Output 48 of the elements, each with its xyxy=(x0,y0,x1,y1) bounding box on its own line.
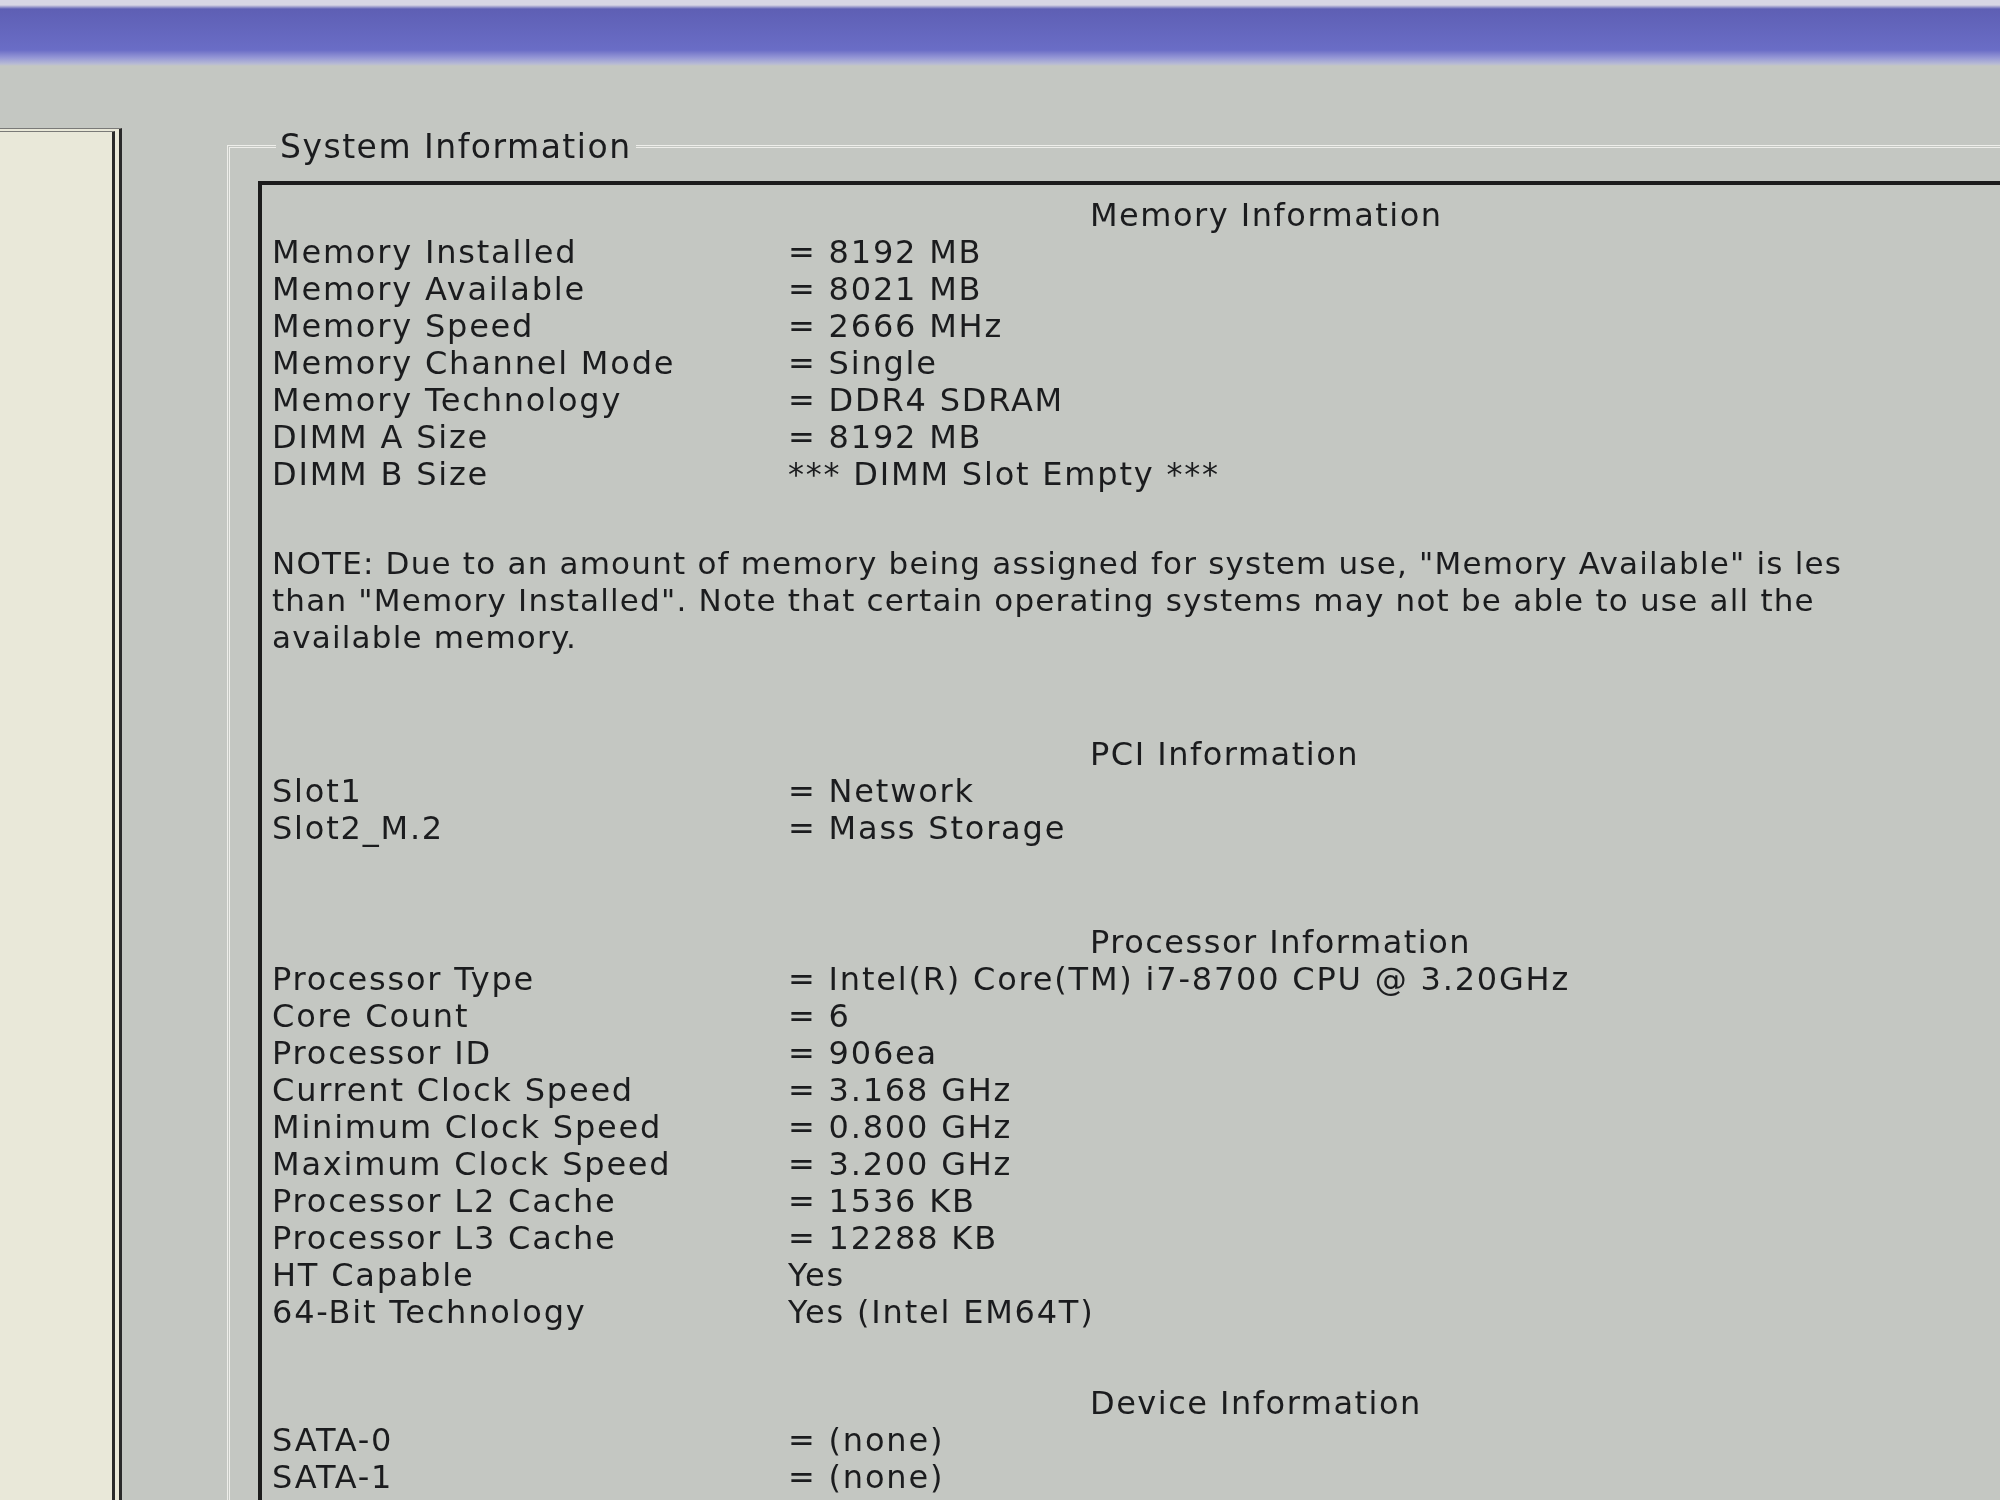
field-value: = DDR4 SDRAM xyxy=(788,382,1065,419)
field-value: = (none) xyxy=(788,1459,945,1496)
section-heading: Device Information xyxy=(1090,1385,1422,1422)
field-label: Processor L2 Cache xyxy=(272,1183,617,1220)
field-label: 64-Bit Technology xyxy=(272,1294,587,1331)
field-label: Current Clock Speed xyxy=(272,1072,634,1109)
section-heading: Memory Information xyxy=(1090,197,1443,234)
field-label: Memory Technology xyxy=(272,382,623,419)
field-value: = (none) xyxy=(788,1422,945,1459)
field-label: Core Count xyxy=(272,998,470,1035)
field-label: Memory Installed xyxy=(272,234,578,271)
field-label: Processor Type xyxy=(272,961,535,998)
field-label: Memory Speed xyxy=(272,308,535,345)
field-label: Maximum Clock Speed xyxy=(272,1146,672,1183)
field-value: = 3.168 GHz xyxy=(788,1072,1013,1109)
field-label: SATA-0 xyxy=(272,1422,394,1459)
note-text: NOTE: Due to an amount of memory being assigned for system use, "Memory Available" is les than "Memory Installed". Note that certain operating systems may not be able to use all the available memory. xyxy=(272,545,1843,656)
field-value: = Mass Storage xyxy=(788,810,1067,847)
field-value: = 12288 KB xyxy=(788,1220,998,1257)
field-label: Memory Channel Mode xyxy=(272,345,676,382)
field-value: = Intel(R) Core(TM) i7-8700 CPU @ 3.20GHz xyxy=(788,961,1571,998)
field-value: Yes xyxy=(788,1257,846,1294)
field-label: Slot1 xyxy=(272,773,363,810)
field-value: = 906ea xyxy=(788,1035,938,1072)
field-value: = 8192 MB xyxy=(788,234,983,271)
field-value: = 8021 MB xyxy=(788,271,983,308)
field-label: HT Capable xyxy=(272,1257,475,1294)
field-label: SATA-1 xyxy=(272,1459,394,1496)
field-value: = 0.800 GHz xyxy=(788,1109,1013,1146)
field-label: DIMM A Size xyxy=(272,419,490,456)
field-value: = 1536 KB xyxy=(788,1183,976,1220)
field-value: = 6 xyxy=(788,998,851,1035)
field-value: = 3.200 GHz xyxy=(788,1146,1013,1183)
field-value: *** DIMM Slot Empty *** xyxy=(788,456,1220,493)
field-label: Minimum Clock Speed xyxy=(272,1109,663,1146)
field-value: Yes (Intel EM64T) xyxy=(788,1294,1095,1331)
field-label: DIMM B Size xyxy=(272,456,490,493)
field-label: Slot2_M.2 xyxy=(272,810,445,847)
field-value: = 2666 MHz xyxy=(788,308,1004,345)
field-label: Memory Available xyxy=(272,271,586,308)
section-heading: Processor Information xyxy=(1090,924,1472,961)
field-label: Processor L3 Cache xyxy=(272,1220,617,1257)
field-value: = 8192 MB xyxy=(788,419,983,456)
field-value: = Single xyxy=(788,345,938,382)
group-title: System Information xyxy=(279,128,633,165)
field-label: Processor ID xyxy=(272,1035,492,1072)
field-value: = Network xyxy=(788,773,975,810)
section-heading: PCI Information xyxy=(1090,736,1359,773)
